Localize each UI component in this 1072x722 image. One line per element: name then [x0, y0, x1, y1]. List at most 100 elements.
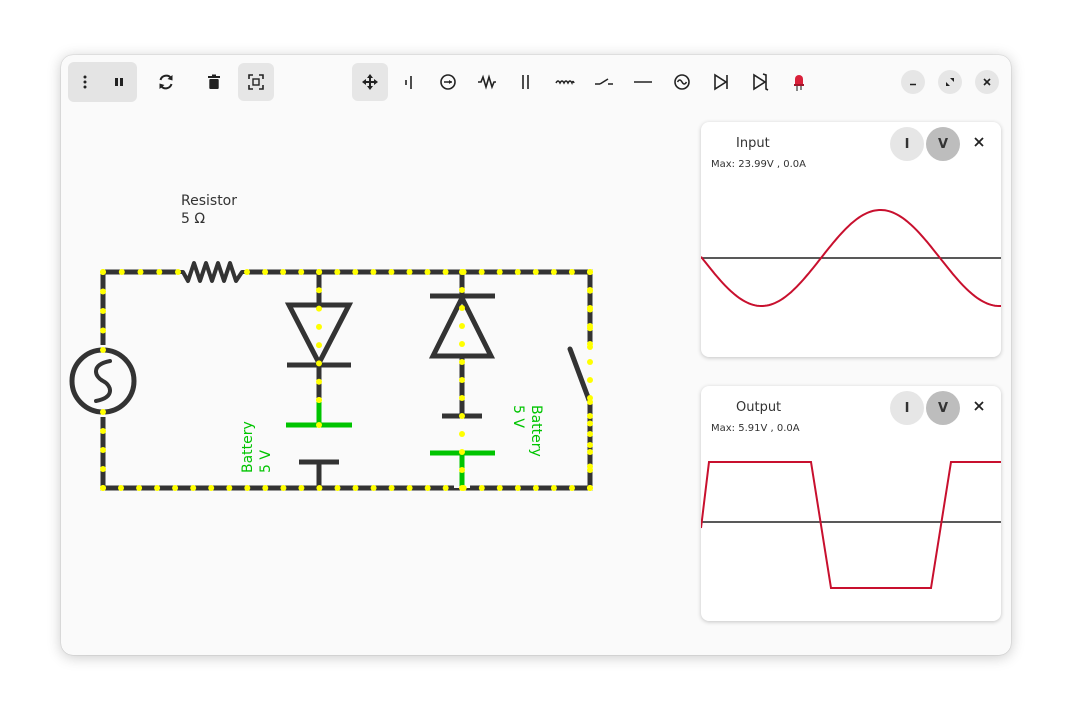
- maximize-button[interactable]: [938, 70, 962, 94]
- current-dot: [424, 485, 431, 491]
- current-dot: [388, 269, 395, 275]
- current-dot: [459, 341, 465, 347]
- input-current-button[interactable]: I: [890, 127, 924, 161]
- current-dot: [316, 360, 322, 367]
- input-panel-close-button[interactable]: [969, 132, 989, 152]
- current-dot: [156, 269, 163, 275]
- ac-source-symbol[interactable]: [69, 347, 137, 415]
- output-scope-plot: [701, 461, 1001, 589]
- input-voltage-button[interactable]: V: [926, 127, 960, 161]
- current-dot: [459, 431, 465, 437]
- current-dot: [587, 287, 593, 294]
- current-dot: [316, 305, 322, 312]
- current-dot: [587, 485, 593, 491]
- current-dot: [316, 397, 322, 403]
- current-dot: [550, 269, 557, 275]
- current-dot: [136, 485, 143, 491]
- current-dot: [298, 485, 305, 491]
- output-current-button[interactable]: I: [890, 391, 924, 425]
- current-dot: [316, 422, 322, 428]
- resistor-name-label: Resistor: [181, 193, 237, 209]
- current-dot: [100, 447, 106, 453]
- diode-1-symbol[interactable]: [284, 302, 354, 369]
- input-panel-title: Input: [736, 136, 770, 151]
- current-dot: [442, 485, 449, 491]
- close-icon: [974, 401, 984, 411]
- current-dot: [316, 485, 323, 491]
- output-voltage-button[interactable]: V: [926, 391, 960, 425]
- current-dot: [137, 269, 144, 275]
- current-dot: [478, 485, 485, 491]
- minimize-icon: [910, 83, 916, 86]
- current-dot: [568, 269, 575, 275]
- current-dot: [569, 485, 575, 491]
- current-dot: [334, 269, 341, 275]
- switch-symbol[interactable]: [567, 346, 595, 403]
- battery-1-value-label: 5 V: [258, 450, 274, 473]
- close-icon: [974, 137, 984, 147]
- current-dot: [459, 359, 465, 365]
- current-dot: [532, 269, 539, 275]
- current-dot: [442, 269, 449, 275]
- input-scope-plot: [701, 209, 1001, 307]
- current-dot: [352, 269, 359, 275]
- current-dot: [514, 269, 521, 275]
- current-dot: [587, 463, 593, 470]
- current-dot: [262, 269, 269, 275]
- led-tool[interactable]: [782, 63, 816, 101]
- current-dot: [280, 269, 287, 275]
- current-dot: [154, 485, 161, 491]
- current-dot: [587, 269, 593, 275]
- current-dot: [587, 449, 593, 455]
- output-panel-title: Output: [736, 400, 782, 415]
- current-dot: [459, 485, 465, 491]
- current-dot: [587, 325, 593, 332]
- current-dot: [118, 269, 125, 275]
- diode-tool[interactable]: [704, 63, 738, 101]
- current-dot: [316, 378, 322, 385]
- current-dot: [352, 485, 359, 491]
- current-dot: [587, 344, 593, 350]
- current-dot: [100, 409, 106, 415]
- current-dot: [100, 485, 106, 491]
- current-dot: [514, 485, 521, 491]
- current-dot: [459, 305, 465, 311]
- zener-diode-tool[interactable]: [743, 63, 777, 101]
- current-dot: [587, 420, 593, 427]
- current-dot: [100, 347, 106, 353]
- output-panel-close-button[interactable]: [969, 396, 989, 416]
- current-dot: [370, 269, 377, 275]
- close-button[interactable]: [975, 70, 999, 94]
- current-dot: [316, 269, 322, 275]
- current-dot: [100, 428, 106, 434]
- current-dot: [406, 269, 413, 275]
- current-dot: [478, 269, 485, 275]
- current-dot: [172, 485, 179, 491]
- battery-1-symbol[interactable]: [286, 400, 352, 488]
- current-dot: [459, 287, 465, 293]
- current-dot: [459, 395, 465, 401]
- current-dot: [100, 288, 106, 295]
- zener-diode-icon: [753, 73, 769, 91]
- circuit-canvas[interactable]: Resistor 5 Ω Battery 5 V 5 V Battery: [61, 55, 701, 655]
- current-dot: [190, 485, 197, 491]
- current-dot: [459, 467, 465, 473]
- input-max-readout: Max: 23.99V , 0.0A: [711, 159, 806, 170]
- current-dots: [100, 269, 593, 491]
- current-dot: [316, 342, 322, 349]
- current-dot: [316, 323, 322, 330]
- app-window: Resistor 5 Ω Battery 5 V 5 V Battery Inp…: [61, 55, 1011, 655]
- current-dot: [244, 485, 251, 491]
- current-dot: [587, 377, 593, 383]
- current-dot: [280, 485, 287, 491]
- close-icon: [983, 78, 991, 86]
- current-dot: [532, 485, 539, 491]
- current-dot: [424, 269, 431, 275]
- output-trace: [701, 461, 1001, 589]
- battery-1-name-label: Battery: [240, 421, 256, 473]
- minimize-button[interactable]: [901, 70, 925, 94]
- current-dot: [459, 269, 465, 275]
- current-dot: [587, 359, 593, 365]
- current-dot: [587, 399, 593, 405]
- current-dot: [459, 413, 465, 419]
